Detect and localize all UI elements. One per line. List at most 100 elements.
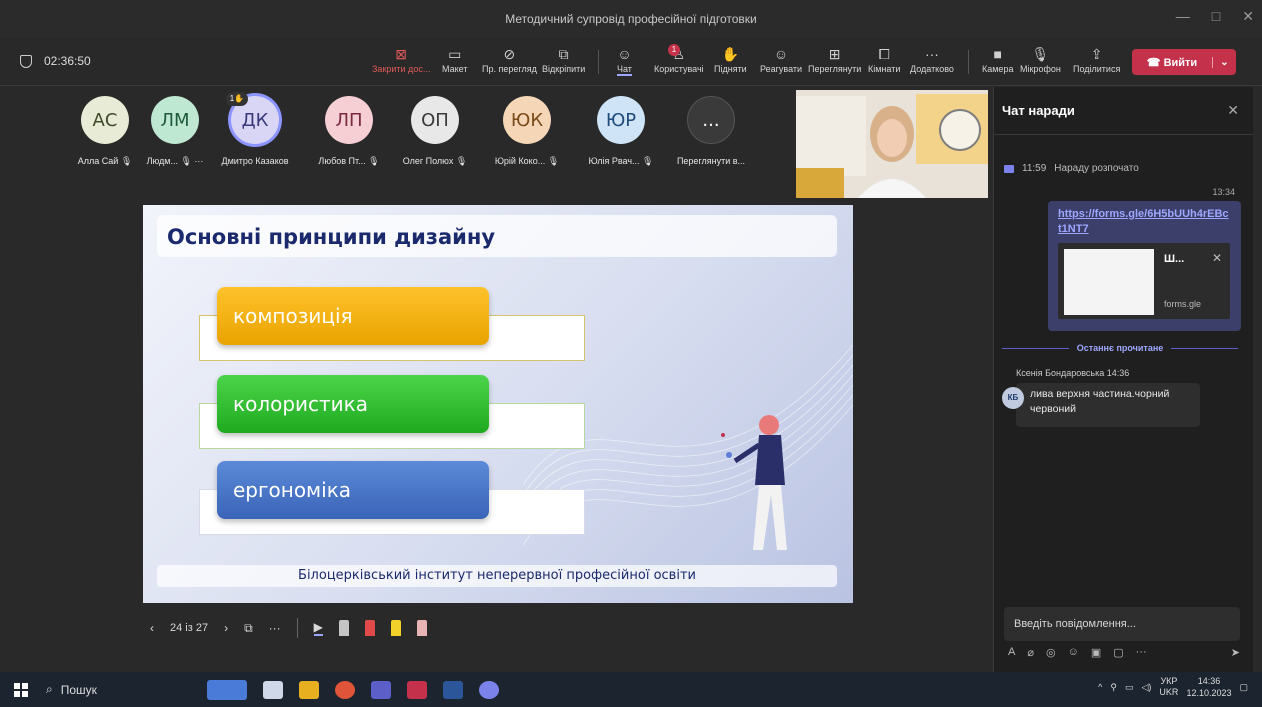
link-preview-image [1064,249,1154,315]
presentation-slide: Основні принципи дизайну композиція коло… [143,205,853,603]
chevron-left-icon[interactable]: ‹ [150,621,154,635]
leave-label[interactable]: ☎ Вийти [1132,56,1212,69]
format-icon[interactable]: A [1008,646,1015,659]
slide-item-composition: композиція [217,287,489,345]
share-icon: ⇪ [1090,46,1103,62]
layout-button[interactable]: ▭ Макет [442,44,467,74]
notifications-icon[interactable]: ▢ [1239,682,1248,693]
participant-tile[interactable]: АС Алла Сай 🎙 [66,96,144,167]
mic-icon: 🎙 [1031,46,1050,62]
slides-grid-icon[interactable]: ⧉ [244,621,253,636]
mic-off-icon: 🎙 [455,156,468,166]
highlighter-icon[interactable] [390,620,401,636]
chat-button[interactable]: ☺ Чат [617,44,632,76]
app-icon[interactable] [478,680,499,699]
sticker-icon[interactable]: ▢ [1113,646,1123,659]
participant-tile[interactable]: ЛП Любов Пт... 🎙 [310,96,388,167]
pointer-icon[interactable]: ▶ [313,620,323,636]
view-button[interactable]: ⊞ Переглянути [808,44,861,74]
share-button[interactable]: ⇪ Поділитися [1073,44,1120,74]
loop-icon[interactable]: ◎ [1046,646,1056,659]
network-icon[interactable]: ⚲ [1110,682,1117,693]
react-button[interactable]: ☺ Реагувати [760,44,802,74]
task-view-icon[interactable] [262,680,283,699]
link-preview-domain: forms.gle [1164,299,1202,309]
more-participants-icon: ... [687,96,735,144]
maximize-icon[interactable]: □ [1212,8,1220,25]
eraser-icon[interactable] [416,620,427,636]
windows-start-icon[interactable] [14,682,28,697]
people-button[interactable]: ♙ 1 Користувачі [654,44,704,74]
gif-icon[interactable]: ▣ [1091,646,1101,659]
close-icon[interactable]: ✕ [1242,8,1254,25]
participant-tile[interactable]: ЛМ Людм... 🎙 ··· [136,96,214,167]
participant-name: Юрій Коко... [494,156,546,166]
message-input[interactable]: Введіть повідомлення... [1004,607,1240,641]
red-pen-icon[interactable] [364,620,375,636]
system-message: 11:59 Нараду розпочато [1004,163,1139,174]
popout-icon: ⧉ [558,46,569,62]
raise-hand-button[interactable]: ✋ Підняти [714,44,747,74]
language-indicator[interactable]: УКР UKR [1159,676,1178,698]
pen-icon[interactable] [338,620,349,636]
form-link[interactable]: https://forms.gle/6H5bUUh4rEBct1NT7 [1058,207,1231,237]
link-preview-title: Ш... [1164,253,1185,265]
file-explorer-icon[interactable] [298,680,319,699]
mic-off-icon: 🎙 [642,156,654,166]
mic-button[interactable]: 🎙 Мікрофон [1020,44,1061,74]
message-timestamp: 13:34 [1212,187,1235,197]
more-icon[interactable]: ··· [269,621,281,635]
chevron-right-icon[interactable]: › [224,621,228,635]
volume-icon[interactable]: ◁) [1142,682,1152,693]
slide-item-ergonomics: ергономіка [217,461,489,519]
word-icon[interactable] [442,680,463,699]
rooms-button[interactable]: ⧠ Кімнати [868,44,900,74]
leave-button[interactable]: ☎ Вийти ⌄ [1132,49,1236,75]
participant-tile[interactable]: ОП Олег Полюх 🎙 [396,96,474,167]
teams-icon[interactable] [370,680,391,699]
participant-name: Людм... [146,156,178,166]
participant-tile[interactable]: ЮР Юлія Рвач... 🎙 [582,96,660,167]
clock[interactable]: 14:36 12.10.2023 [1186,675,1231,699]
minimize-icon[interactable]: — [1176,8,1190,25]
view-all-participants[interactable]: ... Переглянути в... [672,96,750,166]
more-icon[interactable]: ··· [194,156,203,166]
raised-hand-badge: 1✋ [226,92,248,106]
slide-item-coloristics: колористика [217,375,489,433]
attach-icon[interactable]: ⌀ [1027,646,1034,659]
taskbar-search[interactable]: ⌕ Пошук [46,682,97,697]
send-icon[interactable]: ➤ [1231,646,1240,659]
more-icon[interactable]: ··· [1136,646,1147,659]
emoji-icon[interactable]: ☺ [1068,646,1079,659]
chrome-icon[interactable] [334,680,355,699]
slide-title-bar: Основні принципи дизайну [157,215,837,257]
powerpoint-icon[interactable] [406,680,427,699]
close-icon[interactable]: ✕ [1227,102,1239,119]
participant-tile[interactable]: ЮК Юрій Коко... 🎙 [488,96,566,167]
camera-button[interactable]: ■ Камера [982,44,1013,74]
controls-divider [296,618,298,638]
message-sender: Ксенія Бондаровська 14:36 [1016,368,1130,378]
preview-button[interactable]: ⊘ Пр. перегляд [482,44,537,74]
chevron-up-icon[interactable]: ^ [1098,682,1102,692]
participant-name: Олег Полюх [402,156,454,166]
more-button[interactable]: ··· Додатково [910,44,954,74]
participant-tile[interactable]: 1✋ ДК Дмитро Казаков [216,92,294,166]
toolbar-divider [598,50,599,74]
popout-button[interactable]: ⧉ Відкріпити [542,44,585,74]
timer-text: 02:36:50 [44,54,91,68]
chat-header: Чат наради ✕ [994,87,1253,135]
rooms-icon: ⧠ [878,46,890,62]
stop-share-button[interactable]: ⊠ Закрити дос... [372,44,430,74]
news-widget-icon[interactable] [206,679,247,700]
chevron-down-icon[interactable]: ⌄ [1212,56,1236,68]
shield-icon [20,54,32,68]
participant-name: Любов Пт... [318,156,366,166]
battery-icon[interactable]: ▭ [1125,682,1134,693]
raise-hand-icon: ✋ [721,46,740,62]
avatar: ЛМ [151,96,199,144]
chat-icon: ☺ [617,46,632,62]
close-icon[interactable]: ✕ [1212,251,1222,265]
link-preview-card[interactable]: Ш... ✕ forms.gle [1058,243,1230,319]
hide-preview-icon: ⊘ [503,46,516,62]
